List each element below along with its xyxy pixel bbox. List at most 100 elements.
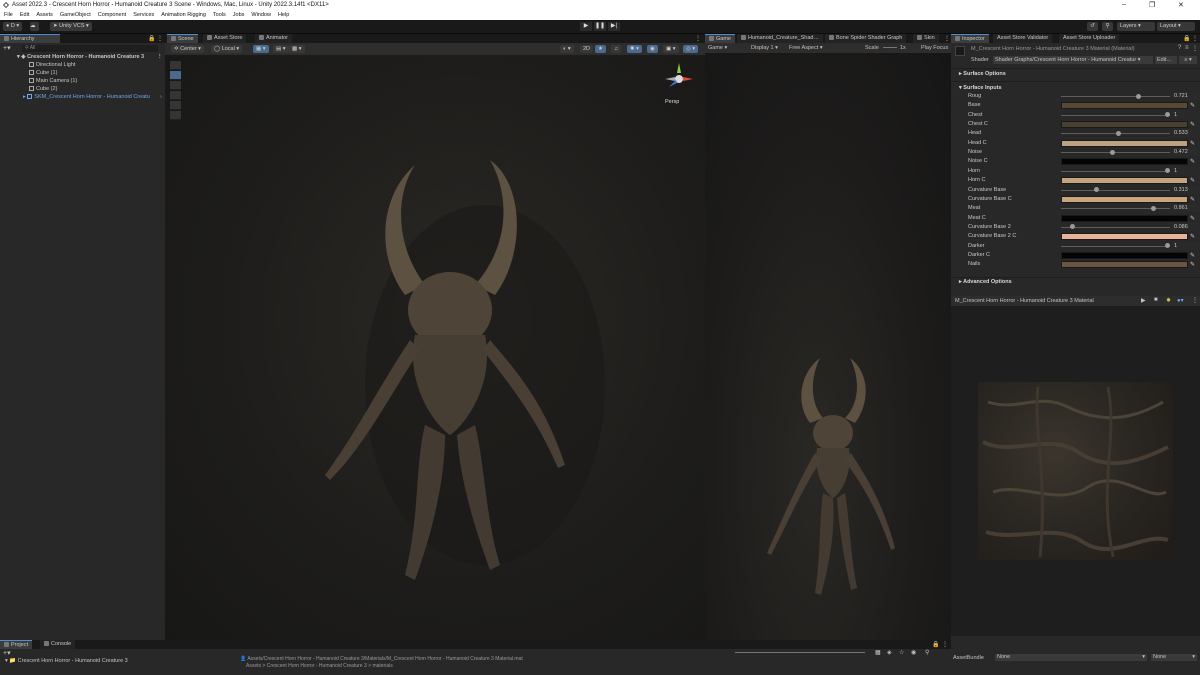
menu-window[interactable]: Window bbox=[251, 11, 271, 20]
slider-handle[interactable] bbox=[1165, 168, 1170, 174]
list-item[interactable]: Directional Light bbox=[0, 61, 165, 69]
play-button[interactable]: ▶ bbox=[580, 22, 592, 31]
tab-asset-store[interactable]: Asset Store bbox=[203, 34, 247, 43]
slider-handle[interactable] bbox=[1116, 130, 1122, 136]
maximize-icon[interactable]: ❐ bbox=[1149, 1, 1155, 9]
menu-gameobject[interactable]: GameObject bbox=[60, 11, 91, 20]
property-value-field[interactable]: 0.721 bbox=[1172, 92, 1200, 100]
space-dropdown[interactable]: ◯ Local ▾ bbox=[211, 44, 243, 53]
property-value-field[interactable]: 1 bbox=[1172, 241, 1200, 250]
list-item[interactable]: ▸ SKM_Crescent Horn Horror - Humanoid Cr… bbox=[0, 93, 165, 101]
settings-icon[interactable]: ≡ bbox=[1185, 45, 1189, 51]
2d-toggle[interactable]: 2D bbox=[580, 44, 594, 53]
lock-icon[interactable]: 🔒 bbox=[1183, 35, 1190, 42]
tab-animator[interactable]: Animator bbox=[255, 34, 293, 43]
slider-handle[interactable] bbox=[1165, 243, 1170, 249]
more-icon[interactable]: ⋮ bbox=[1192, 297, 1198, 304]
cloud-icon[interactable]: ☁ bbox=[30, 22, 39, 31]
assetbundle-variant-dropdown[interactable]: None ▾ bbox=[1151, 654, 1197, 661]
menu-file[interactable]: File bbox=[4, 11, 13, 20]
pivot-dropdown[interactable]: ✡ Center ▾ bbox=[171, 44, 204, 53]
more-icon[interactable]: ⋮ bbox=[944, 35, 950, 42]
play-preview-icon[interactable]: ▶ bbox=[1141, 297, 1146, 304]
slider-handle[interactable] bbox=[1165, 112, 1170, 118]
property-value-field[interactable]: 1 bbox=[1172, 110, 1200, 119]
aspect-dropdown[interactable]: Free Aspect ▾ bbox=[789, 43, 823, 53]
tab-asset-store-uploader[interactable]: Asset Store Uploader bbox=[1059, 34, 1120, 43]
list-item[interactable]: Main Camera (1) bbox=[0, 77, 165, 85]
property-value-field[interactable]: 0.086 bbox=[1172, 222, 1200, 231]
lighting-toggle[interactable]: ★ bbox=[595, 44, 606, 53]
scene-root-item[interactable]: ▾ ◈ Crescent Horn Horror - Humanoid Crea… bbox=[0, 53, 165, 61]
more-icon[interactable]: ⋮ bbox=[157, 35, 163, 42]
pause-button[interactable]: ❚❚ bbox=[594, 22, 606, 31]
surface-inputs-foldout[interactable]: ▾ Surface Inputs bbox=[959, 85, 1002, 91]
slider-handle[interactable] bbox=[1069, 224, 1075, 230]
more-icon[interactable]: ⋮ bbox=[1192, 35, 1198, 42]
layout-dropdown[interactable]: Layout ▾ bbox=[1157, 22, 1195, 31]
rotate-tool-icon[interactable] bbox=[170, 81, 181, 90]
undo-history-icon[interactable]: ↺ bbox=[1087, 22, 1098, 31]
hidden-packages-icon[interactable]: ◉ bbox=[911, 649, 916, 656]
menu-jobs[interactable]: Jobs bbox=[233, 11, 245, 20]
audio-toggle[interactable]: ♫ bbox=[611, 44, 622, 53]
slider-handle[interactable] bbox=[1150, 205, 1156, 211]
shader-options-button[interactable]: ≡ ▾ bbox=[1179, 56, 1197, 64]
property-slider[interactable] bbox=[1061, 152, 1170, 154]
property-value-field[interactable]: 1 bbox=[1172, 166, 1200, 175]
favorites-icon[interactable]: ☆ bbox=[899, 649, 904, 656]
game-viewport[interactable] bbox=[705, 53, 951, 640]
hierarchy-search-input[interactable]: ⚲ All bbox=[22, 45, 158, 52]
color-swatch[interactable] bbox=[1061, 177, 1188, 185]
list-item[interactable]: Cube (1) bbox=[0, 69, 165, 77]
vcs-button[interactable]: ➤ Unity VCS ▾ bbox=[50, 22, 92, 31]
more-icon[interactable]: ⋮ bbox=[942, 641, 948, 648]
project-folder-item[interactable]: ▾ 📁 Crescent Horn Horror - Humanoid Crea… bbox=[5, 658, 128, 664]
light-icon[interactable]: ✸ bbox=[1166, 297, 1171, 304]
search-icon[interactable]: ⚲ bbox=[925, 649, 929, 656]
sphere-preview-icon[interactable]: ●▾ bbox=[1177, 297, 1184, 304]
tab-game[interactable]: Game bbox=[705, 34, 735, 43]
draw-mode-button[interactable]: ◐ ▾ bbox=[560, 44, 574, 53]
filter-by-type-icon[interactable]: ▦ bbox=[875, 649, 881, 656]
color-swatch[interactable] bbox=[1061, 102, 1188, 110]
shader-dropdown[interactable]: Shader Graphs/Crescent Horn Horror - Hum… bbox=[993, 56, 1153, 64]
search-icon[interactable]: ⚲ bbox=[1102, 22, 1113, 31]
tab-bone-spider-shader[interactable]: Bone Spider Shader Graph bbox=[825, 34, 907, 43]
effects-toggle[interactable]: ✺ ▾ bbox=[627, 44, 642, 53]
tab-console[interactable]: Console bbox=[40, 640, 76, 649]
property-value-field[interactable]: 0.313 bbox=[1172, 185, 1200, 194]
camera-settings-button[interactable]: ▣ ▾ bbox=[663, 44, 679, 53]
tab-hierarchy[interactable]: Hierarchy bbox=[0, 34, 60, 43]
slider-handle[interactable] bbox=[1135, 93, 1141, 99]
minimize-icon[interactable]: – bbox=[1122, 1, 1126, 8]
tab-inspector[interactable]: Inspector bbox=[951, 34, 989, 43]
account-button[interactable]: ● D ▾ bbox=[3, 22, 23, 31]
layers-dropdown[interactable]: Layers ▾ bbox=[1117, 22, 1155, 31]
menu-component[interactable]: Component bbox=[98, 11, 126, 20]
advanced-options-foldout[interactable]: ▸ Advanced Options bbox=[959, 279, 1012, 285]
tab-skin[interactable]: Skin bbox=[913, 34, 939, 43]
help-icon[interactable]: ? bbox=[1178, 45, 1181, 51]
lock-icon[interactable]: 🔒 bbox=[932, 641, 939, 648]
menu-tools[interactable]: Tools bbox=[213, 11, 226, 20]
scale-tool-icon[interactable] bbox=[170, 91, 181, 100]
add-icon[interactable]: +▾ bbox=[3, 44, 11, 52]
edit-shader-button[interactable]: Edit... bbox=[1155, 56, 1177, 64]
slider-handle[interactable] bbox=[1110, 149, 1116, 155]
step-button[interactable]: ▶| bbox=[608, 22, 620, 31]
thumbnail-size-slider[interactable] bbox=[735, 652, 865, 653]
color-swatch[interactable] bbox=[1061, 233, 1188, 241]
stop-icon[interactable]: ■ bbox=[1154, 297, 1158, 303]
property-slider[interactable] bbox=[1061, 245, 1170, 247]
property-slider[interactable] bbox=[1061, 170, 1170, 172]
menu-help[interactable]: Help bbox=[278, 11, 289, 20]
menu-assets[interactable]: Assets bbox=[36, 11, 53, 20]
menu-edit[interactable]: Edit bbox=[20, 11, 29, 20]
property-value-field[interactable]: 0.533 bbox=[1172, 129, 1200, 138]
move-tool-icon[interactable] bbox=[170, 71, 181, 80]
scale-slider[interactable] bbox=[883, 47, 897, 48]
close-icon[interactable]: ✕ bbox=[1178, 1, 1184, 9]
hand-tool-icon[interactable] bbox=[170, 61, 181, 70]
eyedropper-icon[interactable]: ✎ bbox=[1190, 261, 1195, 270]
